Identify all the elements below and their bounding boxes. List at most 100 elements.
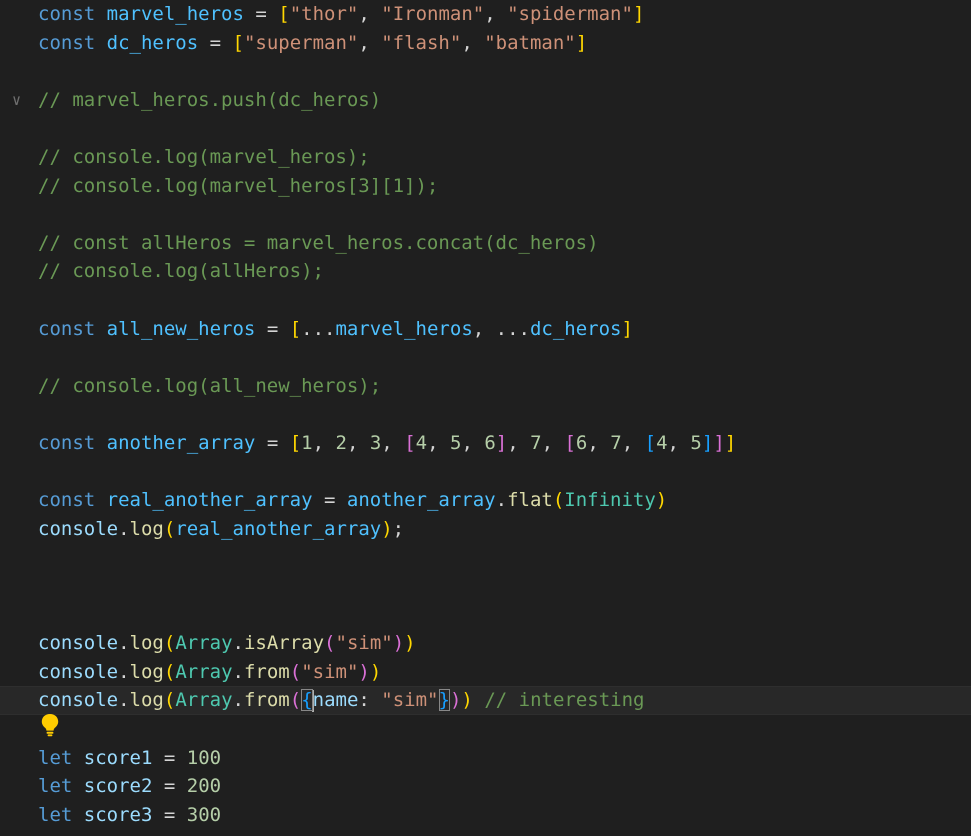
code-token: from [243, 689, 290, 712]
code-token: console [38, 517, 119, 540]
code-line[interactable]: // const allHeros = marvel_heros.concat(… [0, 229, 971, 258]
code-token: all_new_heros [106, 317, 256, 340]
code-token: : [358, 689, 382, 712]
code-line[interactable]: let score1 = 100 [0, 744, 971, 773]
code-token: ] [495, 432, 508, 454]
code-line[interactable]: // console.log(allHeros); [0, 257, 971, 286]
code-line[interactable]: console.log(real_another_array); [0, 515, 971, 544]
code-token: // console.log(marvel_heros); [38, 146, 370, 168]
code-token: Array [175, 689, 233, 712]
code-line[interactable]: const marvel_heros = ["thor", "Ironman",… [0, 0, 971, 29]
code-token: real_another_array [175, 517, 382, 540]
code-line[interactable] [0, 343, 971, 372]
code-token: let [38, 775, 73, 798]
code-line[interactable]: const all_new_heros = [...marvel_heros, … [0, 315, 971, 344]
code-line[interactable] [0, 200, 971, 229]
code-token: ) [655, 489, 668, 512]
code-token: , [484, 3, 508, 25]
code-token: 7 [530, 432, 542, 454]
code-token: console [38, 660, 119, 683]
lightbulb-icon[interactable] [40, 713, 60, 737]
code-token: . [118, 632, 130, 655]
code-text: const another_array = [1, 2, 3, [4, 5, 6… [38, 429, 736, 458]
code-line[interactable] [0, 114, 971, 143]
code-line[interactable]: let score2 = 200 [0, 772, 971, 801]
code-token: ) [369, 660, 382, 683]
code-line[interactable] [0, 543, 971, 572]
code-token: let [38, 803, 73, 826]
code-line[interactable]: const another_array = [1, 2, 3, [4, 5, 6… [0, 429, 971, 458]
code-token: = [312, 489, 347, 512]
code-token: ] [713, 432, 725, 454]
code-token: 1 [301, 432, 313, 454]
code-line[interactable] [0, 715, 971, 744]
chevron-down-icon[interactable]: ∨ [12, 86, 21, 115]
code-token: log [129, 660, 164, 683]
code-token: ... [301, 317, 336, 340]
code-token: ) [461, 689, 473, 712]
code-text: // marvel_heros.push(dc_heros) [38, 86, 381, 115]
code-token: , [358, 3, 382, 25]
code-line[interactable] [0, 286, 971, 315]
code-token: [ [289, 317, 302, 340]
code-line[interactable]: console.log(Array.from("sim")) [0, 658, 971, 687]
code-token: = [198, 31, 233, 54]
code-line[interactable]: ∨ // marvel_heros.push(dc_heros) [0, 86, 971, 115]
code-token: [ [404, 432, 416, 454]
code-token: ) [381, 517, 393, 540]
code-line[interactable]: let score3 = 300 [0, 801, 971, 830]
code-line[interactable] [0, 572, 971, 601]
code-token: . [118, 517, 130, 540]
code-token: from [243, 660, 290, 683]
code-token: "sim" [335, 632, 393, 655]
code-text: const marvel_heros = ["thor", "Ironman",… [38, 0, 644, 29]
code-token: ) [404, 632, 416, 655]
code-line[interactable] [0, 601, 971, 630]
code-line[interactable]: // console.log(marvel_heros); [0, 143, 971, 172]
code-token: // marvel_heros.push(dc_heros) [38, 88, 382, 111]
code-line[interactable]: const dc_heros = ["superman", "flash", "… [0, 29, 971, 58]
code-token: ; [392, 517, 405, 540]
code-token: 6 [484, 432, 496, 454]
code-text: console.log(Array.isArray("sim")) [38, 629, 416, 658]
code-token: score1 [83, 746, 153, 769]
code-token: real_another_array [106, 489, 313, 512]
code-line[interactable] [0, 400, 971, 429]
code-text: // console.log(marvel_heros[3][1]); [38, 172, 438, 201]
code-text: // console.log(all_new_heros); [38, 372, 381, 401]
code-line-current[interactable]: console.log(Array.from({name: "sim"})) /… [0, 686, 971, 715]
code-token: isArray [243, 632, 325, 655]
code-token: 2 [335, 432, 347, 454]
code-token: another_array [346, 489, 496, 512]
code-token: 7 [610, 432, 622, 454]
code-token: . [232, 632, 244, 655]
code-line[interactable]: // console.log(all_new_heros); [0, 372, 971, 401]
code-editor[interactable]: const marvel_heros = ["thor", "Ironman",… [0, 0, 971, 836]
code-token: , [461, 432, 485, 454]
code-token: let [38, 746, 73, 769]
code-token: = [152, 803, 187, 826]
code-token: . [232, 660, 244, 683]
code-token: ) [358, 660, 370, 683]
code-token: , [312, 432, 336, 454]
code-line[interactable]: const real_another_array = another_array… [0, 486, 971, 515]
code-token: marvel_heros [106, 3, 244, 25]
code-text: let score1 = 100 [38, 744, 221, 773]
code-token: flat [507, 489, 553, 512]
code-token: [ [644, 432, 657, 454]
code-token: , [461, 31, 485, 54]
code-text: console.log(real_another_array); [38, 515, 404, 544]
code-line[interactable]: // console.log(marvel_heros[3][1]); [0, 172, 971, 201]
code-line[interactable] [0, 458, 971, 487]
code-token: ) [392, 632, 405, 655]
code-token: const [38, 3, 96, 25]
code-token: ( [163, 689, 176, 712]
code-line[interactable]: console.log(Array.isArray("sim")) [0, 629, 971, 658]
code-token: log [129, 517, 164, 540]
code-line[interactable] [0, 57, 971, 86]
code-text: const real_another_array = another_array… [38, 486, 667, 515]
